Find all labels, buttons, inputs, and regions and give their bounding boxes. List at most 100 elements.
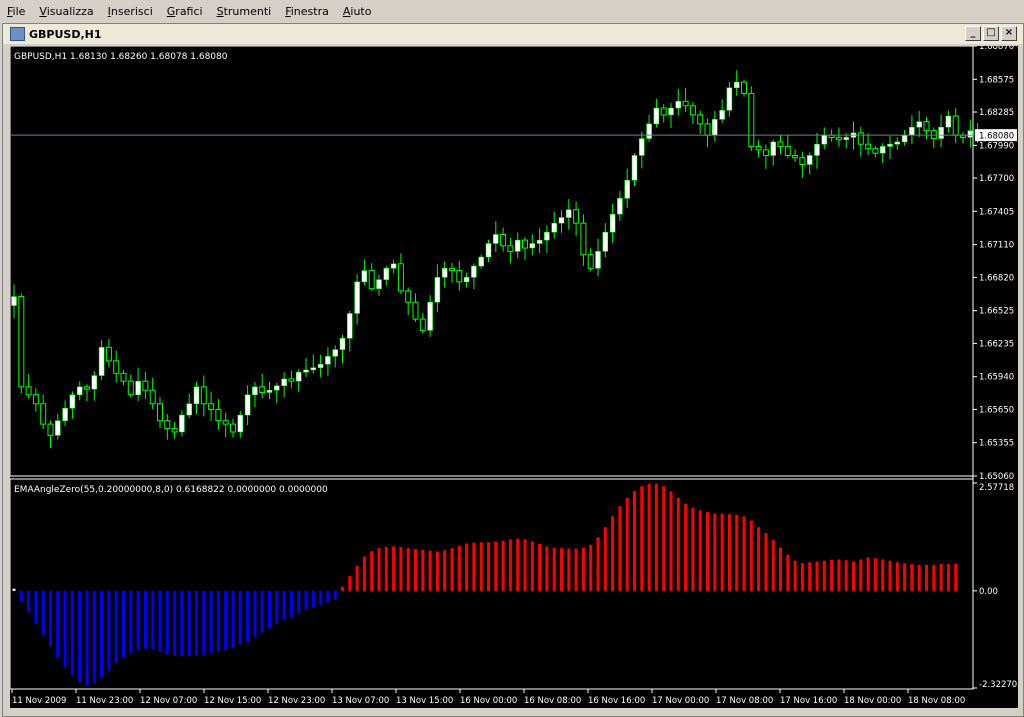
- time-tick-label: 18 Nov 00:00: [844, 696, 901, 706]
- candle-body-bear: [412, 301, 419, 320]
- price-tick-label: 1.67405: [979, 207, 1014, 217]
- histogram-bar-up: [487, 542, 490, 591]
- price-tick-label: 1.65355: [979, 439, 1014, 449]
- histogram-bar-up: [508, 539, 512, 591]
- indicator-tick-label: 0.00: [979, 587, 998, 597]
- candle-body-bull: [237, 414, 244, 433]
- candle-body-bull: [617, 198, 623, 215]
- candle-body-bull: [733, 81, 740, 89]
- candle-body-bull: [383, 268, 390, 280]
- candle-body-bear: [113, 360, 120, 374]
- candle-body-bear: [865, 143, 872, 150]
- candle-body-bull: [909, 127, 915, 136]
- histogram-bar-up: [822, 560, 826, 591]
- candle-body-bear: [456, 270, 463, 283]
- candle-body-bull: [945, 115, 952, 128]
- candle-body-bull: [310, 367, 317, 371]
- menu-file[interactable]: File: [0, 5, 32, 18]
- histogram-bar-down: [100, 590, 104, 678]
- candle-body-bull: [427, 301, 433, 331]
- window-titlebar[interactable]: GBPUSD,H1 _ □ ×: [3, 24, 1023, 44]
- candle-body-bull: [390, 263, 397, 269]
- histogram-bar-up: [501, 540, 505, 591]
- candle-body-bear: [857, 132, 864, 145]
- histogram-bar-down: [282, 590, 286, 621]
- histogram-bar-up: [676, 497, 680, 591]
- candle-body-bear: [689, 105, 696, 116]
- histogram-bar-up: [932, 564, 936, 591]
- histogram-bar-down: [311, 590, 315, 608]
- histogram-bar-up: [684, 503, 688, 591]
- candle-body-bull: [252, 386, 258, 395]
- candle-body-bear: [580, 222, 587, 256]
- candle-body-bear: [164, 420, 171, 430]
- candle-body-bear: [142, 380, 149, 391]
- candle-body-bear: [18, 296, 25, 388]
- histogram-bar-up: [640, 486, 644, 591]
- histogram-bar-down: [70, 590, 74, 676]
- histogram-bar-up: [625, 497, 629, 591]
- histogram-bar-up: [421, 549, 425, 591]
- histogram-bar-up: [808, 562, 812, 591]
- candle-body-bull: [434, 277, 441, 303]
- price-tick-label: 1.67700: [979, 174, 1014, 184]
- indicator-title: EMAAngleZero(55,0.20000000,8,0) 0.616882…: [14, 485, 328, 495]
- close-button[interactable]: ×: [1001, 26, 1017, 41]
- candle-body-bull: [463, 277, 470, 283]
- histogram-bar-down: [49, 590, 52, 647]
- time-tick-label: 17 Nov 08:00: [716, 696, 773, 706]
- candle-body-bear: [697, 114, 704, 125]
- minimize-button[interactable]: _: [965, 26, 981, 41]
- histogram-bar-down: [165, 590, 169, 655]
- histogram-bar-up: [800, 563, 804, 591]
- histogram-bar-down: [216, 590, 220, 652]
- price-tick-label: 1.66235: [979, 339, 1014, 349]
- candle-body-bear: [682, 100, 689, 107]
- chart-svg[interactable]: GBPUSD,H1 1.68130 1.68260 1.68078 1.6808…: [10, 46, 1018, 708]
- candle-body-bear: [84, 386, 90, 390]
- maximize-button[interactable]: □: [983, 26, 999, 41]
- histogram-bar-down: [85, 590, 89, 686]
- candle-body-bear: [923, 121, 930, 132]
- candle-body-bull: [266, 389, 273, 393]
- candle-body-bear: [230, 423, 236, 433]
- menu-grafici[interactable]: Grafici: [160, 5, 210, 18]
- candle-body-bull: [361, 270, 368, 283]
- histogram-bar-up: [479, 542, 483, 591]
- histogram-bar-up: [749, 520, 753, 591]
- indicator-pane-border: [10, 478, 974, 690]
- price-tick-label: 1.67110: [979, 241, 1014, 251]
- histogram-bar-up: [392, 546, 396, 591]
- candle-body-bull: [821, 134, 828, 145]
- histogram-bar-up: [793, 560, 797, 591]
- histogram-bar-up: [574, 548, 578, 591]
- menu-finestra[interactable]: Finestra: [278, 5, 336, 18]
- histogram-bar-down: [56, 590, 60, 657]
- time-tick-label: 12 Nov 23:00: [268, 696, 325, 706]
- candle-body-bull: [98, 347, 105, 376]
- candle-body-bear: [222, 420, 229, 425]
- histogram-bar-down: [297, 590, 301, 614]
- candle-body-bull: [529, 243, 536, 249]
- candle-body-bull: [712, 119, 718, 136]
- histogram-bar-up: [472, 542, 476, 591]
- menu-aiuto[interactable]: Aiuto: [336, 5, 379, 18]
- candle-body-bull: [544, 231, 550, 241]
- candle-body-bull: [595, 251, 601, 269]
- time-tick-label: 12 Nov 15:00: [204, 696, 261, 706]
- menu-strumenti[interactable]: Strumenti: [210, 5, 279, 18]
- menu-inserisci[interactable]: Inserisci: [101, 5, 160, 18]
- candle-body-bear: [120, 372, 127, 382]
- menu-visualizza[interactable]: Visualizza: [32, 5, 100, 18]
- candle-body-bear: [419, 318, 426, 331]
- candle-body-bull: [179, 414, 185, 433]
- candle-body-bull: [894, 141, 901, 145]
- candle-body-bull: [675, 101, 682, 109]
- candle-body-bear: [215, 408, 222, 422]
- chart-area[interactable]: GBPUSD,H1 1.68130 1.68260 1.68078 1.6808…: [10, 46, 1018, 708]
- candle-body-bull: [295, 371, 302, 382]
- histogram-bar-up: [377, 548, 381, 591]
- candle-body-bear: [449, 267, 455, 272]
- candle-body-bull: [726, 87, 733, 111]
- candle-body-bull: [558, 217, 565, 224]
